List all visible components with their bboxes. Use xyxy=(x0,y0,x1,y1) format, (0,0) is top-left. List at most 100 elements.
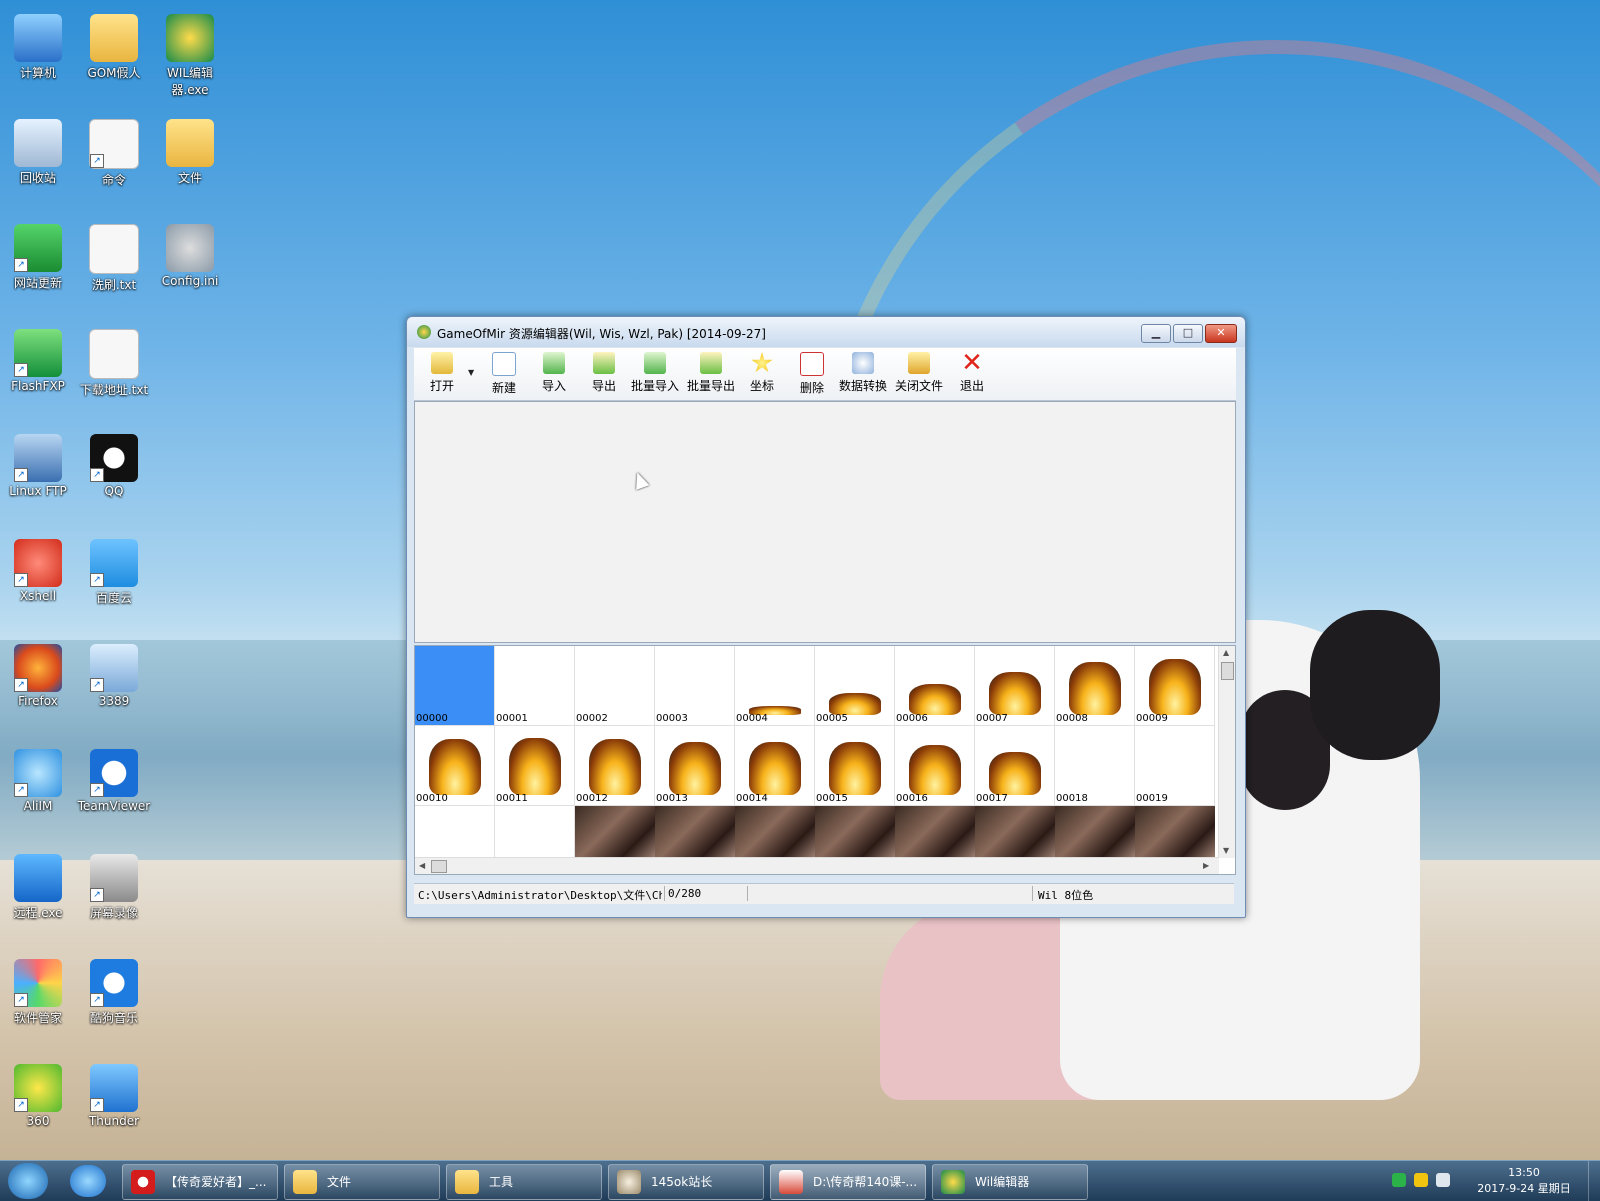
start-button[interactable] xyxy=(8,1163,48,1199)
desktop-icon-label: 屏幕录像 xyxy=(89,906,138,920)
data-convert-button[interactable]: 数据转换 xyxy=(836,352,890,394)
close-button[interactable]: ✕ xyxy=(1205,324,1237,343)
taskbar-item-label: Wil编辑器 xyxy=(975,1175,1030,1189)
horizontal-scroll-thumb[interactable] xyxy=(431,860,447,873)
minimize-button[interactable]: ▁ xyxy=(1141,324,1171,343)
desktop-icon[interactable]: ↗ 百度云 xyxy=(76,539,152,606)
import-button[interactable]: 导入 xyxy=(534,352,574,394)
thumbnail-cell[interactable]: 00012 xyxy=(575,726,655,806)
scroll-up-arrow-icon[interactable]: ▲ xyxy=(1223,648,1229,657)
thumbnail-cell[interactable]: 00001 xyxy=(495,646,575,726)
desktop-icon-label: 酷狗音乐 xyxy=(89,1011,138,1025)
desktop-icon[interactable]: ↗ Linux FTP xyxy=(0,434,76,498)
thumbnail-cell[interactable]: 00002 xyxy=(575,646,655,726)
software-manager-icon: ↗ xyxy=(14,959,62,1007)
desktop-icon[interactable]: ↗ TeamViewer xyxy=(76,749,152,813)
new-button[interactable]: 新建 xyxy=(484,352,524,396)
thumbnail-cell[interactable]: 00016 xyxy=(895,726,975,806)
vertical-scrollbar[interactable]: ▲ ▼ xyxy=(1218,646,1235,858)
batch-import-icon xyxy=(644,352,666,374)
scroll-right-arrow-icon[interactable]: ▶ xyxy=(1203,861,1209,870)
desktop-icon[interactable]: 下载地址.txt xyxy=(76,329,152,398)
desktop-icon[interactable]: 回收站 xyxy=(0,119,76,186)
taskbar-item[interactable]: Wil编辑器 xyxy=(932,1164,1088,1200)
thumbnail-cell[interactable]: 00005 xyxy=(815,646,895,726)
shortcut-arrow-icon: ↗ xyxy=(90,1098,104,1112)
desktop-icon[interactable]: ↗ QQ xyxy=(76,434,152,498)
batch-import-button[interactable]: 批量导入 xyxy=(628,352,682,394)
network-icon[interactable] xyxy=(1392,1173,1406,1187)
desktop-icon[interactable]: WIL编辑器.exe xyxy=(152,14,228,98)
desktop-icon[interactable]: GOM假人 xyxy=(76,14,152,81)
qq-tray-icon[interactable] xyxy=(1413,1173,1428,1187)
desktop-icon[interactable]: ↗ Firefox xyxy=(0,644,76,708)
batch-export-button[interactable]: 批量导出 xyxy=(684,352,738,394)
taskbar-item[interactable]: 145ok站长 xyxy=(608,1164,764,1200)
volume-icon[interactable] xyxy=(1435,1173,1450,1187)
desktop-icon[interactable]: 洗刷.txt xyxy=(76,224,152,293)
exit-button[interactable]: ✕ 退出 xyxy=(952,350,992,394)
desktop-icon[interactable]: ↗ 命令 xyxy=(76,119,152,188)
horizontal-scrollbar[interactable]: ◀ ▶ xyxy=(415,857,1219,874)
desktop-icon[interactable]: ↗ 酷狗音乐 xyxy=(76,959,152,1026)
thumbnail-cell[interactable]: 00011 xyxy=(495,726,575,806)
window-titlebar[interactable]: GameOfMir 资源编辑器(Wil, Wis, Wzl, Pak) [201… xyxy=(407,317,1245,347)
taskbar-item[interactable]: 文件 xyxy=(284,1164,440,1200)
shortcut-arrow-icon: ↗ xyxy=(14,363,28,377)
internet-explorer-icon[interactable] xyxy=(70,1165,106,1197)
computer-icon xyxy=(14,14,62,62)
thumbnail-cell[interactable]: 00019 xyxy=(1135,726,1215,806)
desktop-icon[interactable]: ↗ 网站更新 xyxy=(0,224,76,291)
desktop-icon[interactable]: ↗ 360 xyxy=(0,1064,76,1128)
thumbnail-cell[interactable]: 00004 xyxy=(735,646,815,726)
taskbar-item[interactable]: D:\传奇帮140课-... xyxy=(770,1164,926,1200)
scroll-down-arrow-icon[interactable]: ▼ xyxy=(1223,846,1229,855)
thumbnail-cell[interactable]: 00008 xyxy=(1055,646,1135,726)
maximize-button[interactable]: □ xyxy=(1173,324,1203,343)
thumbnail-index-label: 00013 xyxy=(656,793,688,804)
vertical-scroll-thumb[interactable] xyxy=(1221,662,1234,680)
desktop-icon-label: AliIM xyxy=(23,799,53,813)
desktop-icon[interactable]: 远程.exe xyxy=(0,854,76,921)
desktop-icon[interactable]: 文件 xyxy=(152,119,228,186)
thumbnail-cell[interactable]: 00017 xyxy=(975,726,1055,806)
clock[interactable]: 13:50 2017-9-24 星期日 xyxy=(1474,1165,1574,1197)
desktop-icon[interactable]: ↗ 屏幕录像 xyxy=(76,854,152,921)
thumbnail-cell[interactable]: 00006 xyxy=(895,646,975,726)
taskbar-item[interactable]: 工具 xyxy=(446,1164,602,1200)
open-button[interactable]: 打开 xyxy=(422,352,462,394)
thumbnail-cell[interactable]: 00003 xyxy=(655,646,735,726)
image-preview-panel[interactable] xyxy=(414,401,1236,643)
desktop-icon[interactable]: ↗ Xshell xyxy=(0,539,76,603)
close-file-button[interactable]: 关闭文件 xyxy=(892,352,946,394)
desktop-icon[interactable]: ↗ 软件管家 xyxy=(0,959,76,1026)
firefox-icon: ↗ xyxy=(14,644,62,692)
desktop-icon[interactable]: 计算机 xyxy=(0,14,76,81)
desktop-icon[interactable]: Config.ini xyxy=(152,224,228,288)
thumbnail-cell[interactable]: 00000 xyxy=(415,646,495,726)
thumbnail-cell[interactable]: 00015 xyxy=(815,726,895,806)
thumbnail-cell[interactable]: 00007 xyxy=(975,646,1055,726)
desktop-icon[interactable]: ↗ AliIM xyxy=(0,749,76,813)
thumbnail-index-label: 00018 xyxy=(1056,793,1088,804)
delete-button[interactable]: 删除 xyxy=(792,352,832,396)
wil-editor-window[interactable]: GameOfMir 资源编辑器(Wil, Wis, Wzl, Pak) [201… xyxy=(406,316,1246,918)
export-button[interactable]: 导出 xyxy=(584,352,624,394)
thumbnail-cell[interactable]: 00013 xyxy=(655,726,735,806)
thumbnail-cell[interactable]: 00009 xyxy=(1135,646,1215,726)
show-desktop-button[interactable] xyxy=(1588,1161,1600,1201)
folder-icon xyxy=(90,14,138,62)
thumbnail-grid[interactable]: 00000 00001 00002 00003 00004 00005 00006 00007… xyxy=(414,645,1236,875)
thumbnail-cell[interactable]: 00018 xyxy=(1055,726,1135,806)
flame-sprite xyxy=(589,739,641,795)
coordinates-button[interactable]: 坐标 xyxy=(742,352,782,394)
taskbar-item[interactable]: 【传奇爱好者】_... xyxy=(122,1164,278,1200)
thumbnail-cell[interactable]: 00010 xyxy=(415,726,495,806)
scroll-left-arrow-icon[interactable]: ◀ xyxy=(419,861,425,870)
thumbnail-cell[interactable]: 00014 xyxy=(735,726,815,806)
desktop-icon[interactable]: ↗ Thunder xyxy=(76,1064,152,1128)
desktop-icon[interactable]: ↗ FlashFXP xyxy=(0,329,76,393)
open-dropdown-arrow-icon[interactable]: ▼ xyxy=(468,368,474,377)
desktop-icon[interactable]: ↗ 3389 xyxy=(76,644,152,708)
desktop-icon-label: 计算机 xyxy=(19,66,56,80)
